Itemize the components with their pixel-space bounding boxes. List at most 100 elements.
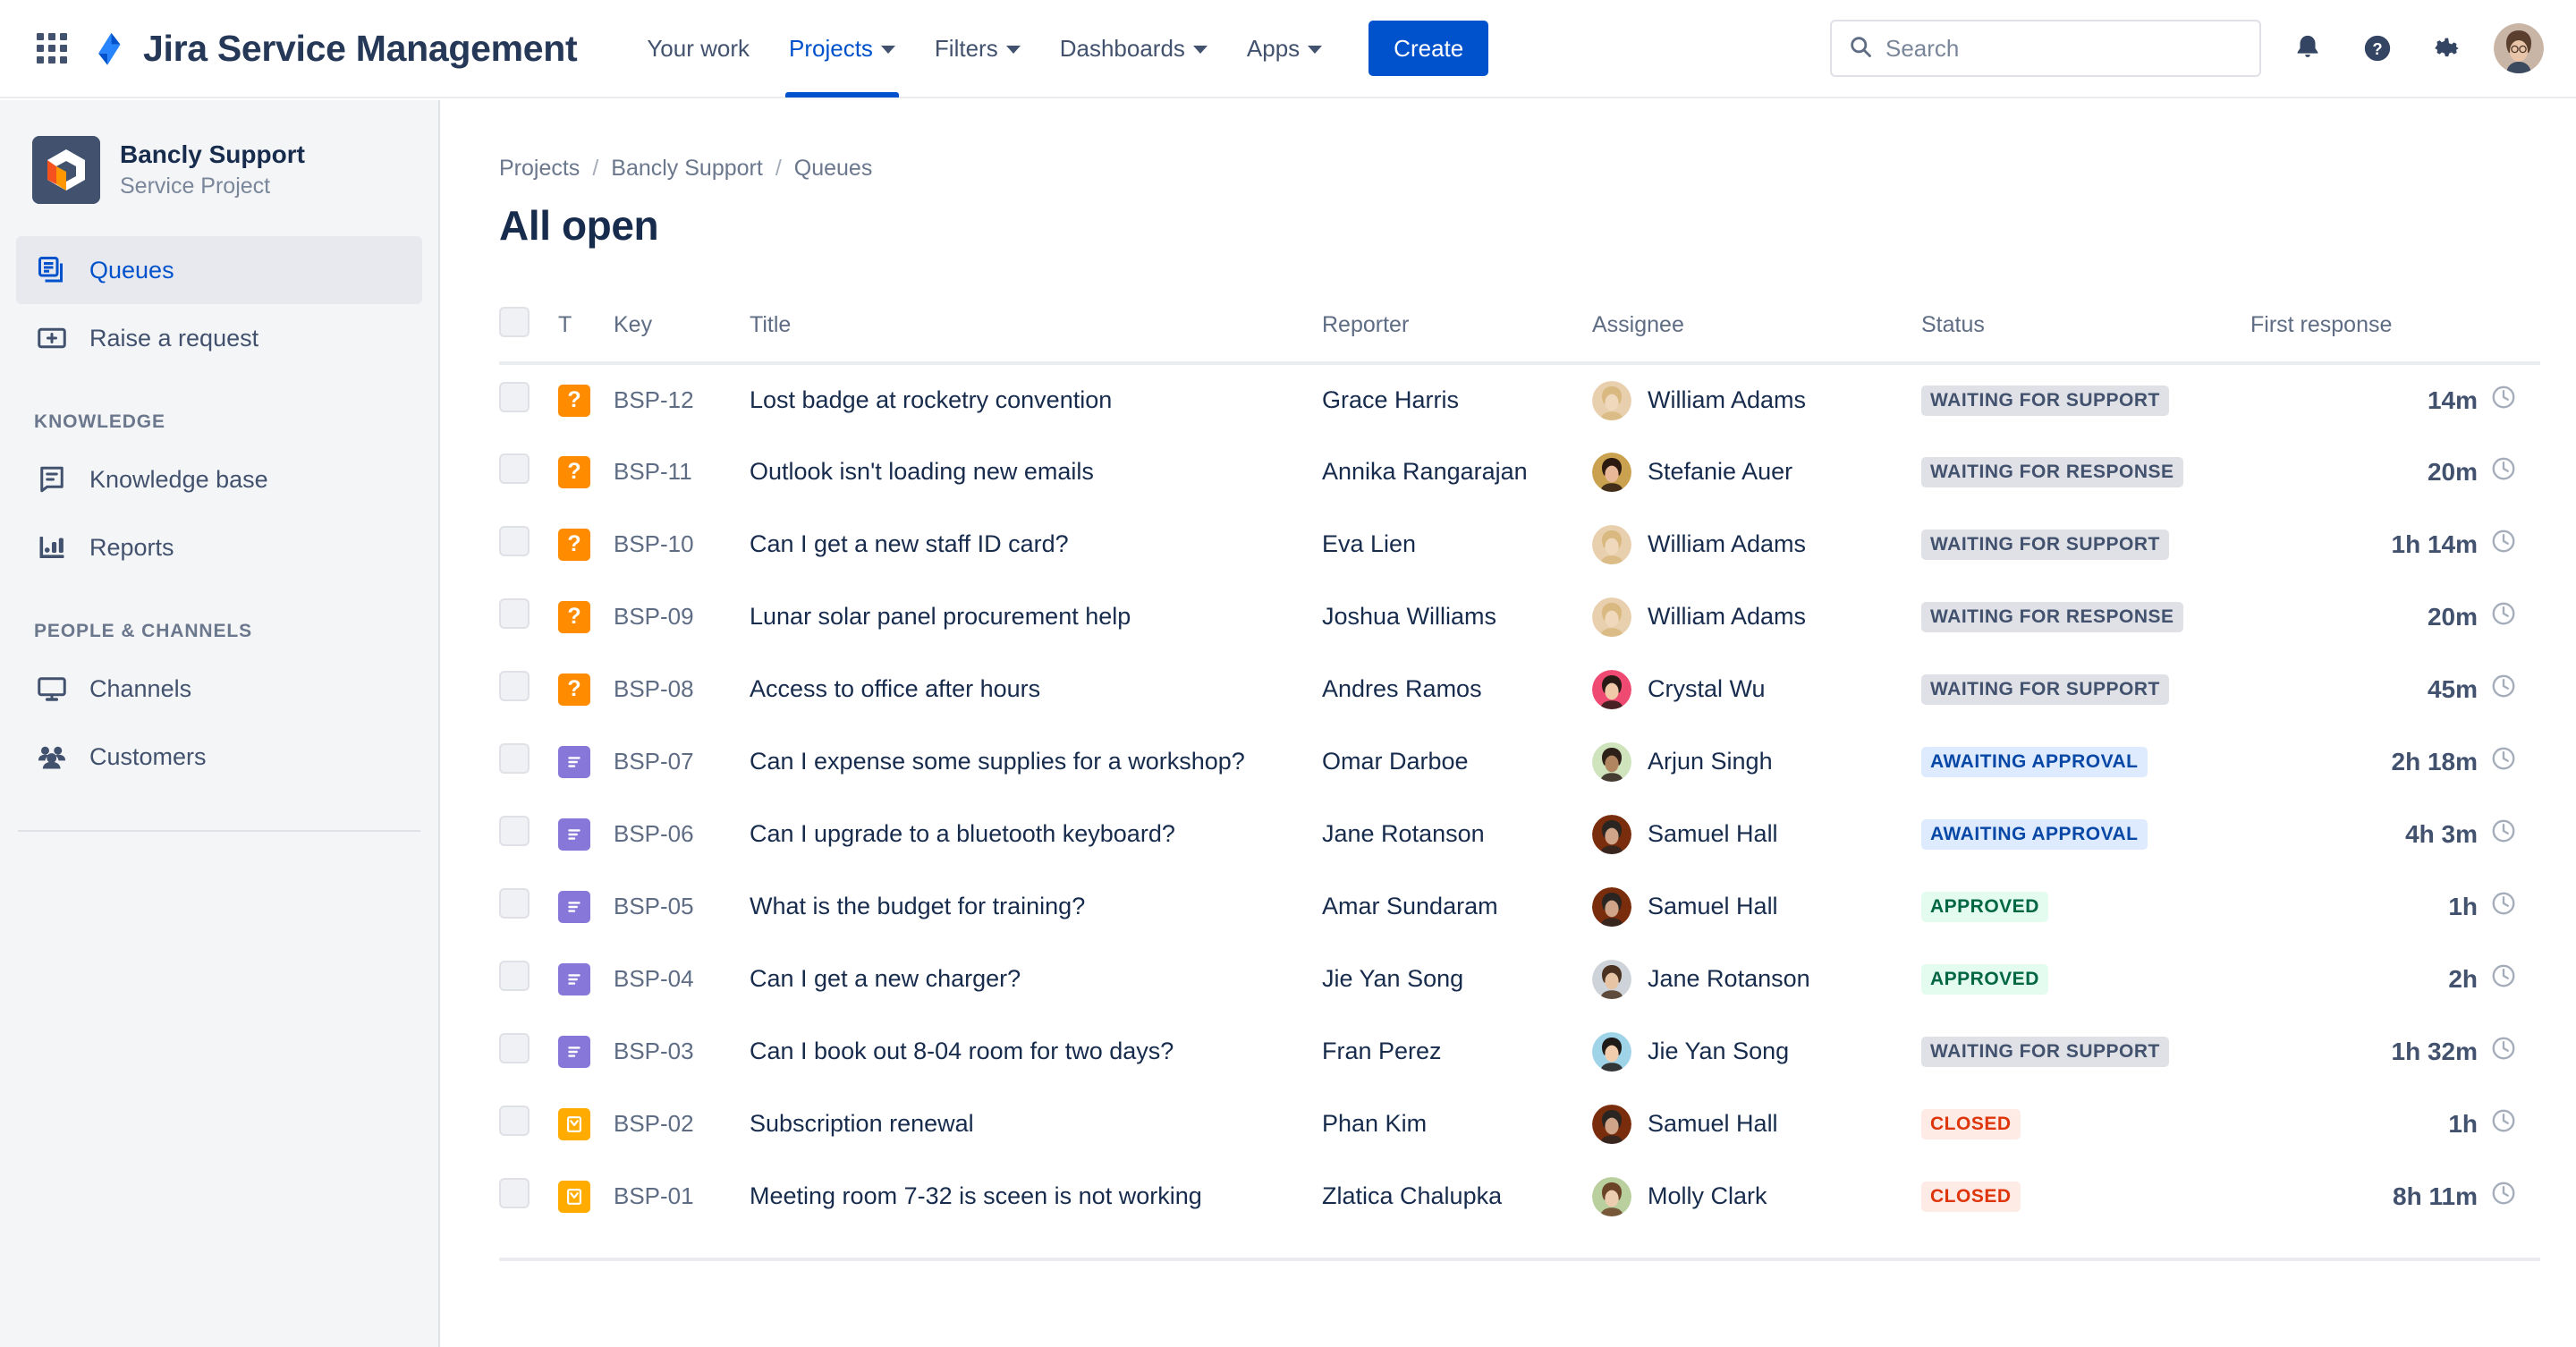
issue-title-link[interactable]: Subscription renewal	[750, 1110, 974, 1137]
apps-grid-icon[interactable]	[32, 29, 72, 68]
breadcrumb-queues[interactable]: Queues	[794, 156, 873, 182]
row-checkbox[interactable]	[499, 1033, 530, 1063]
brand-home-link[interactable]: Jira Service Management	[89, 28, 578, 70]
reporter-name: Eva Lien	[1322, 530, 1417, 557]
row-checkbox[interactable]	[499, 816, 530, 846]
issue-key-link[interactable]: BSP-12	[614, 386, 694, 413]
issue-key-link[interactable]: BSP-03	[614, 1038, 694, 1064]
table-row[interactable]: BSP-06 Can I upgrade to a bluetooth keybo…	[499, 798, 2540, 870]
row-status-cell: APPROVED	[1921, 943, 2250, 1015]
reporter-name: Joshua Williams	[1322, 603, 1497, 630]
reporter-name: Grace Harris	[1322, 386, 1460, 413]
table-row[interactable]: ? BSP-09 Lunar solar panel procurement hel…	[499, 580, 2540, 653]
row-select-cell	[499, 1088, 558, 1160]
issue-title-link[interactable]: Can I book out 8-04 room for two days?	[750, 1038, 1174, 1064]
row-checkbox[interactable]	[499, 526, 530, 556]
row-checkbox[interactable]	[499, 1106, 530, 1136]
user-avatar[interactable]	[2494, 23, 2544, 73]
issue-key-link[interactable]: BSP-08	[614, 675, 694, 702]
project-header[interactable]: Bancly Support Service Project	[0, 136, 438, 204]
row-checkbox[interactable]	[499, 1178, 530, 1208]
issue-title-link[interactable]: Outlook isn't loading new emails	[750, 458, 1094, 485]
issue-title-link[interactable]: Can I upgrade to a bluetooth keyboard?	[750, 820, 1175, 847]
column-header-type[interactable]: T	[558, 307, 614, 363]
issue-title-link[interactable]: Lost badge at rocketry convention	[750, 386, 1112, 413]
nav-item-apps[interactable]: Apps	[1227, 0, 1342, 97]
table-row[interactable]: BSP-03 Can I book out 8-04 room for two d…	[499, 1015, 2540, 1088]
row-first-response-cell: 45m	[2250, 653, 2540, 725]
row-checkbox[interactable]	[499, 888, 530, 919]
table-row[interactable]: BSP-05 What is the budget for training? Am…	[499, 870, 2540, 943]
nav-item-your-work[interactable]: Your work	[627, 0, 769, 97]
issue-title-link[interactable]: What is the budget for training?	[750, 893, 1085, 919]
nav-item-projects[interactable]: Projects	[769, 0, 915, 97]
issue-key-link[interactable]: BSP-05	[614, 893, 694, 919]
row-key-cell: BSP-08	[614, 653, 750, 725]
issue-title-link[interactable]: Meeting room 7-32 is sceen is not workin…	[750, 1182, 1202, 1209]
table-row[interactable]: BSP-02 Subscription renewal Phan Kim Samuel…	[499, 1088, 2540, 1160]
row-checkbox[interactable]	[499, 743, 530, 774]
row-checkbox[interactable]	[499, 382, 530, 412]
first-response-time: 1h	[2448, 1109, 2478, 1138]
sidebar-item-customers[interactable]: Customers	[16, 723, 422, 791]
help-circle-icon[interactable]: ?	[2354, 25, 2401, 72]
breadcrumb-projects[interactable]: Projects	[499, 156, 580, 182]
issue-key-link[interactable]: BSP-01	[614, 1182, 694, 1209]
gear-icon[interactable]	[2424, 25, 2470, 72]
nav-item-filters[interactable]: Filters	[915, 0, 1040, 97]
column-header-title[interactable]: Title	[750, 307, 1322, 363]
issue-title-link[interactable]: Lunar solar panel procurement help	[750, 603, 1131, 630]
row-checkbox[interactable]	[499, 961, 530, 991]
table-row[interactable]: BSP-01 Meeting room 7-32 is sceen is not …	[499, 1160, 2540, 1233]
column-header-status[interactable]: Status	[1921, 307, 2250, 363]
row-title-cell: Lost badge at rocketry convention	[750, 363, 1322, 436]
reporter-name: Phan Kim	[1322, 1110, 1428, 1137]
row-checkbox[interactable]	[499, 671, 530, 701]
issue-key-link[interactable]: BSP-10	[614, 530, 694, 557]
breadcrumb-bancly-support[interactable]: Bancly Support	[611, 156, 763, 182]
issue-title-link[interactable]: Access to office after hours	[750, 675, 1040, 702]
row-reporter-cell: Andres Ramos	[1322, 653, 1592, 725]
row-select-cell	[499, 725, 558, 798]
issue-key-link[interactable]: BSP-09	[614, 603, 694, 630]
column-header-first-response[interactable]: First response	[2250, 307, 2540, 363]
sidebar-item-knowledge-base[interactable]: Knowledge base	[16, 445, 422, 513]
issue-title-link[interactable]: Can I expense some supplies for a worksh…	[750, 748, 1245, 775]
table-row[interactable]: ? BSP-10 Can I get a new staff ID card? Eva…	[499, 508, 2540, 580]
issue-key-link[interactable]: BSP-07	[614, 748, 694, 775]
sidebar-item-queues[interactable]: Queues	[16, 236, 422, 304]
sidebar-item-channels[interactable]: Channels	[16, 655, 422, 723]
table-row[interactable]: ? BSP-11 Outlook isn't loading new emails A…	[499, 436, 2540, 508]
sidebar-item-reports[interactable]: Reports	[16, 513, 422, 581]
row-key-cell: BSP-06	[614, 798, 750, 870]
column-header-reporter[interactable]: Reporter	[1322, 307, 1592, 363]
column-header-key[interactable]: Key	[614, 307, 750, 363]
issue-title-link[interactable]: Can I get a new staff ID card?	[750, 530, 1069, 557]
row-checkbox[interactable]	[499, 453, 530, 484]
nav-item-dashboards[interactable]: Dashboards	[1040, 0, 1227, 97]
row-first-response-cell: 1h 14m	[2250, 508, 2540, 580]
row-type-cell: ?	[558, 508, 614, 580]
column-header-assignee[interactable]: Assignee	[1592, 307, 1921, 363]
status-badge: WAITING FOR RESPONSE	[1921, 602, 2183, 632]
assignee-avatar	[1592, 741, 1631, 782]
notification-bell-icon[interactable]	[2284, 25, 2331, 72]
issue-key-link[interactable]: BSP-11	[614, 458, 692, 485]
table-row[interactable]: ? BSP-08 Access to office after hours Andre…	[499, 653, 2540, 725]
table-row[interactable]: BSP-07 Can I expense some supplies for a …	[499, 725, 2540, 798]
create-button[interactable]: Create	[1368, 21, 1489, 76]
sidebar-item-raise-a-request[interactable]: Raise a request	[16, 304, 422, 372]
nav-label: Dashboards	[1059, 34, 1185, 62]
issue-key-link[interactable]: BSP-06	[614, 820, 694, 847]
issue-key-link[interactable]: BSP-02	[614, 1110, 694, 1137]
table-row[interactable]: BSP-04 Can I get a new charger? Jie Yan So…	[499, 943, 2540, 1015]
issue-title-link[interactable]: Can I get a new charger?	[750, 965, 1021, 992]
issue-key-link[interactable]: BSP-04	[614, 965, 694, 992]
row-first-response-cell: 8h 11m	[2250, 1160, 2540, 1233]
select-all-checkbox[interactable]	[499, 307, 530, 337]
first-response-time: 8h 11m	[2393, 1182, 2478, 1210]
search-input[interactable]: Search	[1830, 20, 2261, 77]
row-checkbox[interactable]	[499, 598, 530, 629]
row-type-cell: ?	[558, 580, 614, 653]
table-row[interactable]: ? BSP-12 Lost badge at rocketry convention…	[499, 363, 2540, 436]
